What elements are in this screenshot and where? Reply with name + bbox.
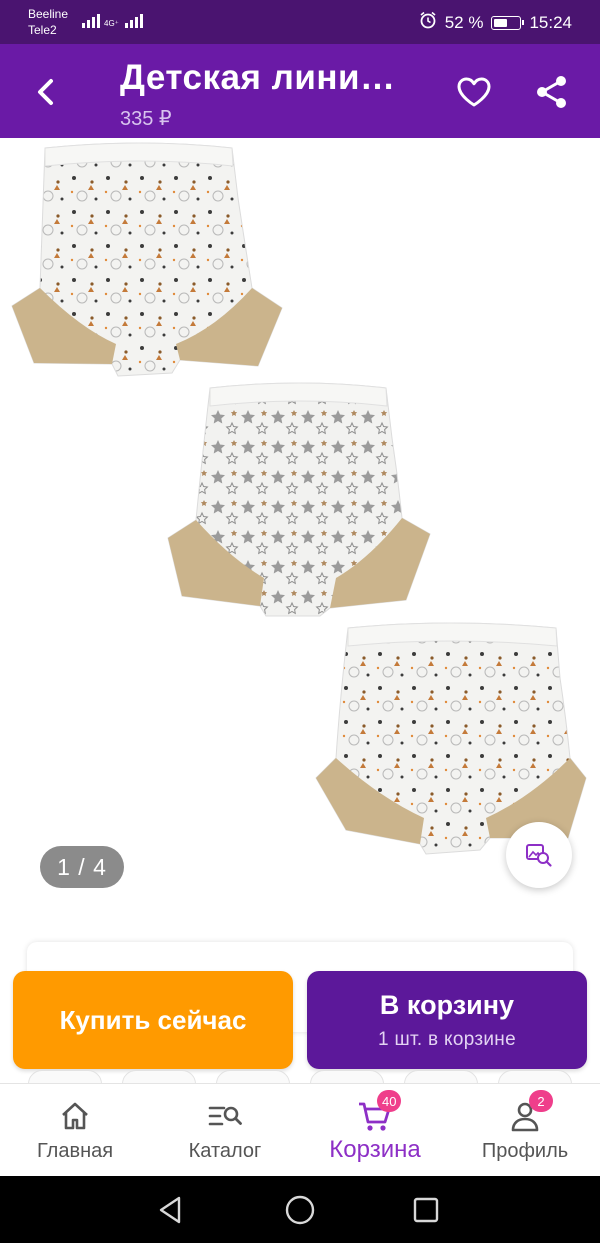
image-counter: 1 / 4 xyxy=(40,846,124,888)
back-button[interactable] xyxy=(22,68,70,116)
status-right: 52 % 15:24 xyxy=(419,11,572,34)
circle-home-icon xyxy=(285,1195,315,1225)
shorts-image-2 xyxy=(167,382,431,617)
signal-bars-icon xyxy=(82,12,100,28)
nav-home[interactable]: Главная xyxy=(0,1084,150,1177)
product-image xyxy=(11,142,587,855)
nav-profile[interactable]: 2 Профиль xyxy=(450,1084,600,1177)
nav-catalog[interactable]: Каталог xyxy=(150,1084,300,1177)
add-to-cart-label: В корзину xyxy=(379,989,515,1020)
clock: 15:24 xyxy=(529,12,572,32)
favorite-button[interactable] xyxy=(450,68,498,116)
shorts-image-1 xyxy=(11,142,283,377)
share-button[interactable] xyxy=(528,68,576,116)
chevron-left-icon xyxy=(38,79,53,105)
app-bar: Детская лини… 335 ₽ xyxy=(0,44,600,138)
thumbnail[interactable] xyxy=(28,1070,102,1084)
catalog-search-icon xyxy=(208,1106,242,1126)
nav-catalog-label: Каталог xyxy=(188,1140,262,1162)
alarm-icon xyxy=(419,11,437,34)
carrier-names: Beeline Tele2 xyxy=(28,6,68,38)
status-bar: Beeline Tele2 4G⁺ 52 % 15:24 xyxy=(0,0,600,44)
product-title: Детская лини… xyxy=(120,58,396,97)
nav-home-label: Главная xyxy=(36,1140,114,1162)
thumbnail[interactable] xyxy=(216,1070,290,1084)
share-icon xyxy=(537,76,566,108)
network-type: 4G⁺ xyxy=(104,19,119,28)
thumbnail[interactable] xyxy=(498,1070,572,1084)
product-gallery[interactable] xyxy=(0,138,600,908)
home-icon xyxy=(62,1102,88,1130)
cart-badge: 40 xyxy=(377,1090,402,1112)
image-search-button[interactable] xyxy=(506,822,572,888)
profile-badge: 2 xyxy=(529,1090,553,1112)
system-back-button[interactable] xyxy=(150,1190,190,1230)
thumbnail[interactable] xyxy=(310,1070,384,1084)
triangle-back-icon xyxy=(159,1196,181,1224)
heart-outline-icon xyxy=(457,77,491,107)
nav-profile-label: Профиль xyxy=(481,1140,569,1162)
carrier-1: Beeline xyxy=(28,7,69,21)
system-home-button[interactable] xyxy=(280,1190,320,1230)
buy-now-button[interactable]: Купить сейчас xyxy=(13,971,293,1069)
shorts-image-3 xyxy=(315,622,587,855)
signal-indicators: 4G⁺ xyxy=(82,12,143,28)
thumbnail[interactable] xyxy=(122,1070,196,1084)
image-search-icon xyxy=(526,844,552,867)
signal-bars-icon-2 xyxy=(124,12,143,28)
carrier-2: Tele2 xyxy=(28,23,57,37)
add-to-cart-button[interactable]: В корзину 1 шт. в корзине xyxy=(307,971,587,1069)
system-recents-button[interactable] xyxy=(406,1190,446,1230)
nav-cart[interactable]: 40 Корзина xyxy=(300,1084,450,1177)
thumbnail[interactable] xyxy=(404,1070,478,1084)
thumbnail-strip xyxy=(0,1070,600,1084)
system-navigation-bar xyxy=(0,1176,600,1243)
bottom-navigation: Главная Каталог 40 Корзина 2 Профиль xyxy=(0,1083,600,1176)
battery-icon xyxy=(491,15,525,30)
square-recents-icon xyxy=(413,1197,439,1223)
battery-percent: 52 % xyxy=(444,12,484,32)
product-price: 335 ₽ xyxy=(120,108,172,130)
nav-cart-label: Корзина xyxy=(329,1136,421,1163)
cart-quantity-label: 1 шт. в корзине xyxy=(378,1028,516,1050)
